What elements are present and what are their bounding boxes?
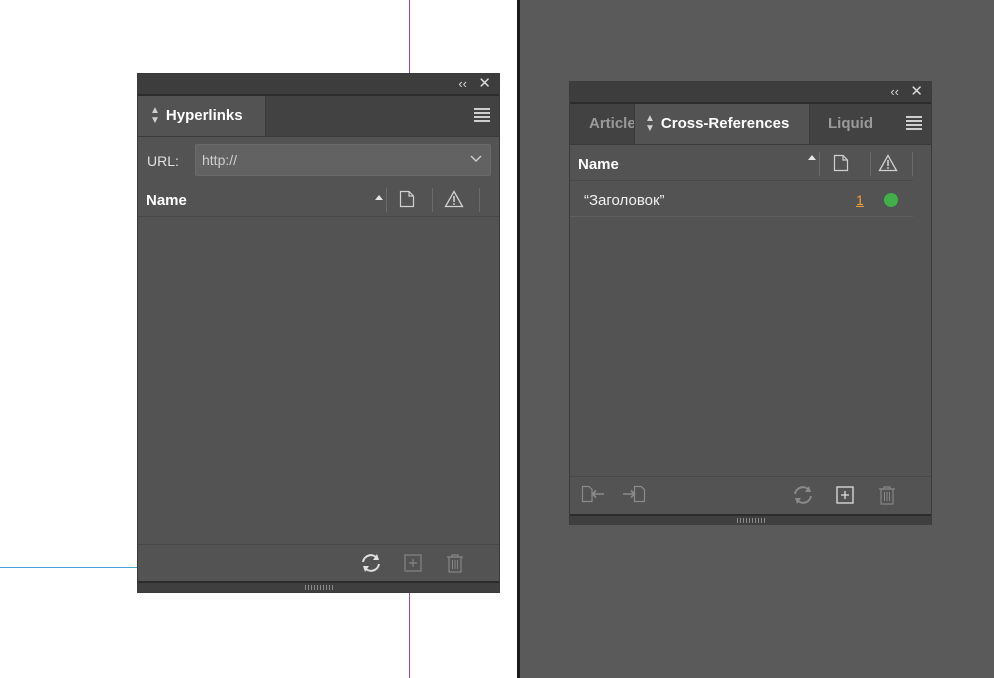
page-icon[interactable] [833,154,849,172]
panel-footer [570,476,931,513]
close-icon[interactable]: ✕ [910,84,923,100]
grip-lines [304,585,333,590]
go-to-source-icon[interactable] [581,485,605,503]
column-separator [870,152,871,176]
close-icon[interactable]: ✕ [478,76,491,92]
tab-label: Articles [589,115,634,132]
horizontal-guide [0,567,140,568]
column-name-header[interactable]: Name [146,192,187,209]
trash-icon[interactable] [446,553,464,573]
hyperlinks-panel: ‹‹ ✕ ▲ ▼ Hyperlinks URL: http:// Name [137,73,500,593]
panel-titlebar: ‹‹ ✕ [138,74,499,96]
panel-titlebar: ‹‹ ✕ [570,82,931,104]
collapse-icon[interactable]: ‹‹ [890,84,899,100]
cross-reference-name: “Заголовок” [584,192,665,209]
column-separator [819,152,820,176]
tab-label: Cross-References [660,115,790,132]
tab-liquid[interactable]: Liquid [811,104,873,144]
warning-icon[interactable] [444,190,464,208]
new-cross-reference-icon[interactable] [836,486,854,504]
updown-arrows-icon: ▲ ▼ [150,105,160,127]
column-separator [912,152,913,176]
page-number-link[interactable]: 1 [856,192,864,208]
tab-label: Hyperlinks [165,107,243,124]
column-header: Name [570,148,913,181]
panel-tab-row: ▲ ▼ Hyperlinks [138,96,499,137]
warning-icon[interactable] [878,154,898,172]
chevron-down-icon[interactable] [470,155,482,163]
cross-references-panel: ‹‹ ✕ Articles ▲▼Cross-References Liquid … [569,81,932,525]
tab-label: Liquid [828,115,873,132]
collapse-icon[interactable]: ‹‹ [458,76,467,92]
resize-grip[interactable] [570,514,931,525]
go-to-destination-icon[interactable] [622,485,646,503]
tab-hyperlinks[interactable]: ▲ ▼ Hyperlinks [138,96,266,136]
refresh-icon[interactable] [360,553,382,573]
url-value: http:// [202,152,238,168]
table-row[interactable]: “Заголовок” 1 [570,184,913,217]
panel-tab-row: Articles ▲▼ Cross-References Liquid [570,104,931,145]
tab-articles[interactable]: Articles [570,104,634,144]
status-ok-icon [884,193,898,207]
panel-menu-icon[interactable] [906,116,922,130]
tab-cross-references[interactable]: ▲ ▼ Cross-References [634,104,810,144]
updown-arrows-icon: ▲ ▼ [645,113,655,135]
column-name-header[interactable]: Name [578,156,619,173]
resize-grip[interactable] [138,581,499,592]
url-label: URL: [147,153,179,169]
new-item-icon[interactable] [404,554,422,572]
page-icon[interactable] [399,190,415,208]
trash-icon[interactable] [878,485,896,505]
sort-arrow-icon[interactable] [808,155,816,160]
window-divider [517,0,520,678]
grip-lines [736,518,765,523]
url-input[interactable]: http:// [195,144,491,176]
refresh-icon[interactable] [792,485,814,505]
panel-menu-icon[interactable] [474,108,490,122]
column-separator [479,188,480,212]
panel-footer [138,544,499,581]
column-separator [432,188,433,212]
sort-arrow-icon[interactable] [375,195,383,200]
column-header: Name [138,184,499,217]
column-separator [386,188,387,212]
